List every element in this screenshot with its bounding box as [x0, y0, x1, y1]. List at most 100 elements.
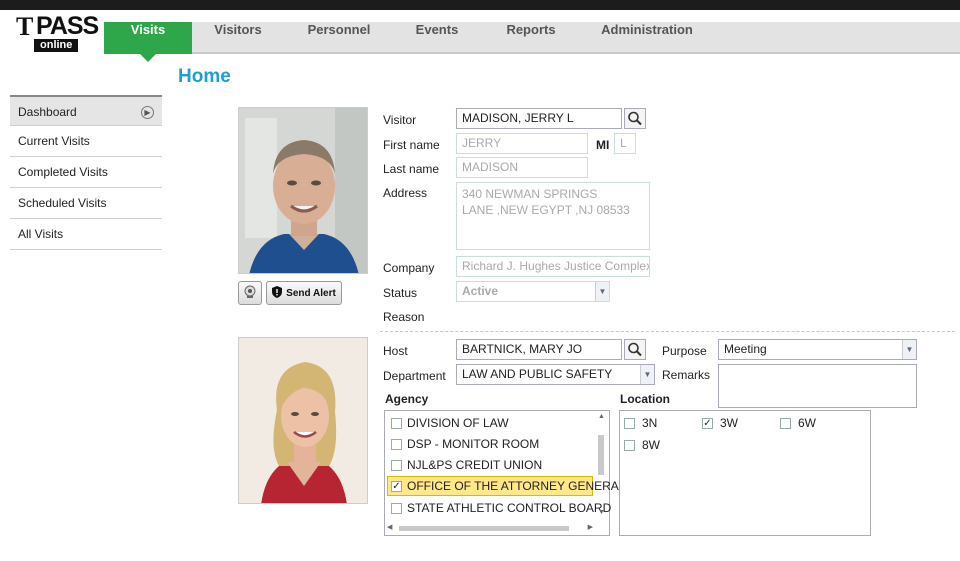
webcam-button[interactable] — [238, 281, 262, 305]
scroll-right-icon[interactable]: ▶ — [588, 523, 593, 531]
host-label: Host — [383, 344, 408, 358]
location-item-8w[interactable]: 8W — [624, 435, 684, 455]
logo-sub: online — [34, 39, 79, 52]
tpass-online-logo[interactable]: T PASS online — [12, 10, 99, 54]
location-item-3n[interactable]: 3N — [624, 413, 684, 433]
nav-tab-events[interactable]: Events — [402, 22, 472, 54]
sidebar-item-completed-visits[interactable]: Completed Visits — [10, 157, 162, 188]
location-item-6w[interactable]: 6W — [780, 413, 840, 433]
location-item-label: 3N — [642, 416, 658, 430]
checkbox[interactable] — [391, 439, 402, 450]
nav-tab-visitors[interactable]: Visitors — [200, 22, 276, 54]
visitor-photo-image — [239, 108, 367, 273]
address-line-2: LANE ,NEW EGYPT ,NJ 08533 — [462, 203, 630, 217]
sidebar: Dashboard ▶ Current Visits Completed Vis… — [10, 95, 162, 250]
scroll-down-icon[interactable]: ▼ — [598, 509, 605, 516]
mi-label: MI — [596, 138, 610, 152]
first-name-label: First name — [383, 138, 440, 152]
location-label: Location — [620, 392, 670, 406]
visits-home-page: T PASS online Visits Visitors Personnel … — [0, 0, 960, 561]
checkbox-checked[interactable]: ✓ — [391, 481, 402, 492]
search-icon — [625, 342, 645, 362]
first-name-field[interactable]: JERRY — [456, 133, 588, 154]
sidebar-item-current-visits[interactable]: Current Visits — [10, 126, 162, 157]
scroll-left-icon[interactable]: ◀ — [387, 523, 392, 531]
address-line-1: 340 NEWMAN SPRINGS — [462, 187, 598, 201]
send-alert-button[interactable]: Send Alert — [266, 281, 342, 305]
agency-item-dsp-monitor-room[interactable]: DSP - MONITOR ROOM — [387, 434, 593, 454]
visitor-label: Visitor — [383, 113, 417, 127]
chevron-down-icon: ▼ — [902, 340, 916, 359]
last-name-label: Last name — [383, 162, 440, 176]
scrollbar-thumb[interactable] — [598, 435, 604, 475]
main-nav: Visits Visitors Personnel Events Reports… — [104, 22, 960, 62]
checkbox-checked[interactable]: ✓ — [702, 418, 713, 429]
section-divider — [380, 331, 955, 332]
location-item-label: 8W — [642, 438, 660, 452]
checkbox[interactable] — [624, 418, 635, 429]
department-value: LAW AND PUBLIC SAFETY — [462, 367, 613, 381]
agency-item-label: NJL&PS CREDIT UNION — [407, 458, 543, 472]
address-label: Address — [383, 186, 428, 200]
purpose-label: Purpose — [662, 344, 707, 358]
webcam-icon — [243, 285, 257, 302]
sidebar-item-dashboard[interactable]: Dashboard ▶ — [10, 95, 162, 126]
host-photo-image — [239, 338, 367, 503]
nav-tab-administration[interactable]: Administration — [592, 22, 702, 54]
logo-letter: T — [16, 12, 33, 41]
sidebar-item-label: All Visits — [18, 227, 64, 241]
scrollbar-thumb[interactable] — [399, 526, 569, 531]
agency-item-njlps-credit-union[interactable]: NJL&PS CREDIT UNION — [387, 455, 593, 475]
chevron-down-icon: ▼ — [595, 282, 609, 301]
agency-item-label: OFFICE OF THE ATTORNEY GENERA — [407, 479, 619, 493]
page-title: Home — [178, 66, 231, 87]
nav-tab-reports[interactable]: Reports — [494, 22, 568, 54]
visitor-field[interactable]: MADISON, JERRY L — [456, 108, 622, 129]
visitor-search-button[interactable] — [624, 108, 646, 129]
status-select[interactable]: Active ▼ — [456, 281, 610, 302]
search-icon — [625, 111, 645, 131]
shield-alert-icon — [272, 285, 283, 301]
company-field[interactable]: Richard J. Hughes Justice Complex — [456, 256, 650, 277]
purpose-select[interactable]: Meeting ▼ — [718, 339, 917, 360]
checkbox[interactable] — [391, 460, 402, 471]
chevron-down-icon: ▼ — [640, 365, 654, 384]
checkbox[interactable] — [780, 418, 791, 429]
nav-tab-personnel[interactable]: Personnel — [294, 22, 384, 54]
agency-item-division-of-law[interactable]: DIVISION OF LAW — [387, 413, 593, 433]
department-select[interactable]: LAW AND PUBLIC SAFETY ▼ — [456, 364, 655, 385]
purpose-value: Meeting — [724, 342, 767, 356]
sidebar-item-label: Dashboard — [18, 105, 77, 119]
remarks-label: Remarks — [662, 368, 711, 382]
scroll-up-icon[interactable]: ▲ — [598, 413, 605, 420]
host-search-button[interactable] — [624, 339, 646, 360]
address-field[interactable]: 340 NEWMAN SPRINGS LANE ,NEW EGYPT ,NJ 0… — [456, 182, 650, 250]
mi-field[interactable]: L — [614, 133, 636, 154]
location-item-3w[interactable]: ✓ 3W — [702, 413, 762, 433]
agency-item-label: DSP - MONITOR ROOM — [407, 437, 540, 451]
agency-horizontal-scrollbar[interactable]: ◀ ▶ — [387, 523, 593, 533]
remarks-field[interactable] — [718, 364, 917, 408]
nav-tab-visits[interactable]: Visits — [104, 22, 192, 62]
agency-label: Agency — [385, 392, 429, 406]
sidebar-item-label: Completed Visits — [18, 165, 108, 179]
agency-item-state-athletic-control-board[interactable]: STATE ATHLETIC CONTROL BOARD — [387, 498, 611, 518]
location-item-label: 6W — [798, 416, 816, 430]
checkbox[interactable] — [391, 418, 402, 429]
send-alert-label: Send Alert — [286, 287, 336, 299]
sidebar-item-label: Scheduled Visits — [18, 196, 107, 210]
agency-list[interactable]: DIVISION OF LAW DSP - MONITOR ROOM NJL&P… — [384, 410, 619, 536]
sidebar-item-label: Current Visits — [18, 134, 90, 148]
agency-item-office-of-the-attorney-general[interactable]: ✓ OFFICE OF THE ATTORNEY GENERA — [387, 476, 619, 496]
agency-item-label: STATE ATHLETIC CONTROL BOARD — [407, 501, 612, 515]
last-name-field[interactable]: MADISON — [456, 157, 588, 178]
checkbox[interactable] — [624, 440, 635, 451]
checkbox[interactable] — [391, 503, 402, 514]
agency-vertical-scrollbar[interactable]: ▲ ▼ — [595, 413, 607, 521]
location-list[interactable]: 3N ✓ 3W 6W 8W — [619, 410, 871, 536]
sidebar-item-all-visits[interactable]: All Visits — [10, 219, 162, 250]
sidebar-item-scheduled-visits[interactable]: Scheduled Visits — [10, 188, 162, 219]
company-label: Company — [383, 261, 435, 275]
logo-main: PASS — [36, 12, 99, 40]
host-field[interactable]: BARTNICK, MARY JO — [456, 339, 622, 360]
